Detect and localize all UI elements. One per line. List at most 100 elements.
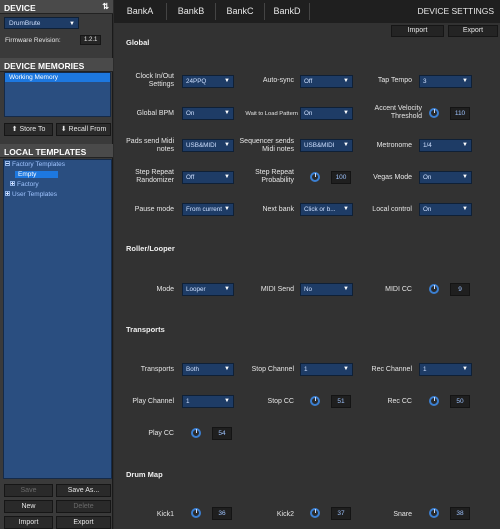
srp-value[interactable]: 100 bbox=[331, 171, 351, 184]
clock-select[interactable]: 24PPQ ▼ bbox=[182, 75, 234, 88]
device-select-value: DrumBrute bbox=[9, 20, 41, 27]
nextbank-label: Next bank bbox=[262, 206, 294, 213]
tree-item-factory-templates[interactable]: Factory Templates bbox=[4, 160, 111, 170]
midicc-knob[interactable] bbox=[429, 284, 439, 294]
settings-import-button[interactable]: Import bbox=[391, 25, 444, 37]
snare-knob[interactable] bbox=[429, 508, 439, 518]
delete-button[interactable]: Delete bbox=[56, 500, 111, 513]
chevron-down-icon: ▼ bbox=[224, 206, 230, 212]
srr-select[interactable]: Off ▼ bbox=[182, 171, 234, 184]
wait-label: Wait to Load Pattern bbox=[245, 111, 298, 117]
pause-select[interactable]: From current ▼ bbox=[182, 203, 234, 216]
sync-arrows-icon[interactable]: ⇅ bbox=[102, 2, 109, 11]
tree-item-factory[interactable]: Factory bbox=[4, 180, 111, 190]
snare-label: Snare bbox=[393, 511, 412, 518]
mode-label: Mode bbox=[156, 286, 174, 293]
snare-value[interactable]: 38 bbox=[450, 507, 470, 520]
accent-label: Accent Velocity Threshold bbox=[374, 105, 422, 120]
section-transports: Transports bbox=[126, 325, 165, 334]
stopcc-knob[interactable] bbox=[310, 396, 320, 406]
recch-select[interactable]: 1 ▼ bbox=[419, 363, 472, 376]
kick1-knob[interactable] bbox=[191, 508, 201, 518]
mode-value: Looper bbox=[186, 286, 206, 293]
mode-select[interactable]: Looper ▼ bbox=[182, 283, 234, 296]
seq-select[interactable]: USB&MIDI ▼ bbox=[300, 139, 353, 152]
tab-banka[interactable]: BankA bbox=[114, 0, 166, 23]
tab-bankb[interactable]: BankB bbox=[167, 0, 215, 23]
reccc-value[interactable]: 50 bbox=[450, 395, 470, 408]
chevron-down-icon: ▼ bbox=[462, 174, 468, 180]
store-to-button[interactable]: ⬆ Store To bbox=[4, 123, 53, 136]
save-as-button[interactable]: Save As... bbox=[56, 484, 111, 497]
store-to-label: Store To bbox=[19, 126, 46, 133]
kick2-value[interactable]: 37 bbox=[331, 507, 351, 520]
vegas-select[interactable]: On ▼ bbox=[419, 171, 472, 184]
pads-value: USB&MIDI bbox=[186, 142, 217, 149]
midisend-label: MIDI Send bbox=[260, 286, 294, 293]
clock-label: Clock In/Out Settings bbox=[135, 73, 174, 88]
import-button[interactable]: Import bbox=[4, 516, 53, 529]
device-header: DEVICE ⇅ bbox=[0, 0, 113, 14]
firmware-label: Firmware Revision: bbox=[5, 37, 61, 44]
tree-item-empty[interactable]: Empty bbox=[4, 170, 111, 180]
bpm-select[interactable]: On ▼ bbox=[182, 107, 234, 120]
templates-tree[interactable]: Factory Templates Empty Factory User Tem… bbox=[3, 159, 112, 479]
metronome-select[interactable]: 1/4 ▼ bbox=[419, 139, 472, 152]
settings-export-button[interactable]: Export bbox=[448, 25, 498, 37]
tree-label-factory-templates: Factory Templates bbox=[12, 161, 65, 168]
playch-label: Play Channel bbox=[132, 398, 174, 405]
collapse-icon[interactable] bbox=[5, 161, 10, 166]
tab-bankc[interactable]: BankC bbox=[216, 0, 264, 23]
transports-select[interactable]: Both ▼ bbox=[182, 363, 234, 376]
autosync-value: Off bbox=[304, 78, 313, 85]
playch-value: 1 bbox=[186, 398, 190, 405]
stopch-label: Stop Channel bbox=[251, 366, 294, 373]
midicc-value[interactable]: 9 bbox=[450, 283, 470, 296]
device-title: DEVICE bbox=[4, 3, 36, 13]
chevron-down-icon: ▼ bbox=[462, 206, 468, 212]
expand-icon[interactable] bbox=[10, 181, 15, 186]
stopch-select[interactable]: 1 ▼ bbox=[300, 363, 353, 376]
srp-knob[interactable] bbox=[310, 172, 320, 182]
recall-from-button[interactable]: ⬇ Recall From bbox=[56, 123, 111, 136]
kick2-knob[interactable] bbox=[310, 508, 320, 518]
chevron-down-icon: ▼ bbox=[224, 110, 230, 116]
memories-list[interactable]: Working Memory bbox=[4, 72, 111, 117]
wait-select[interactable]: On ▼ bbox=[300, 107, 353, 120]
local-value: On bbox=[423, 206, 432, 213]
save-button[interactable]: Save bbox=[4, 484, 53, 497]
local-label: Local control bbox=[372, 206, 412, 213]
tree-label-user-templates: User Templates bbox=[12, 191, 58, 198]
transports-value: Both bbox=[186, 366, 199, 373]
accent-value[interactable]: 110 bbox=[450, 107, 470, 120]
device-select[interactable]: DrumBrute ▼ bbox=[4, 17, 79, 29]
taptempo-value: 3 bbox=[423, 78, 427, 85]
stopch-value: 1 bbox=[304, 366, 308, 373]
transports-label: Transports bbox=[140, 366, 174, 373]
export-button[interactable]: Export bbox=[56, 516, 111, 529]
expand-icon[interactable] bbox=[5, 191, 10, 196]
kick2-label: Kick2 bbox=[276, 511, 294, 518]
playcc-value[interactable]: 54 bbox=[212, 427, 232, 440]
taptempo-label: Tap Tempo bbox=[377, 77, 412, 84]
accent-knob[interactable] bbox=[429, 108, 439, 118]
new-button[interactable]: New bbox=[4, 500, 53, 513]
playch-select[interactable]: 1 ▼ bbox=[182, 395, 234, 408]
tab-bankd[interactable]: BankD bbox=[265, 0, 309, 23]
nextbank-select[interactable]: Click or b... ▼ bbox=[300, 203, 353, 216]
kick1-value[interactable]: 36 bbox=[212, 507, 232, 520]
firmware-value: 1.2.1 bbox=[80, 35, 102, 45]
midisend-select[interactable]: No ▼ bbox=[300, 283, 353, 296]
reccc-knob[interactable] bbox=[429, 396, 439, 406]
taptempo-select[interactable]: 3 ▼ bbox=[419, 75, 472, 88]
local-select[interactable]: On ▼ bbox=[419, 203, 472, 216]
stopcc-value[interactable]: 51 bbox=[331, 395, 351, 408]
autosync-select[interactable]: Off ▼ bbox=[300, 75, 353, 88]
vegas-value: On bbox=[423, 174, 432, 181]
local-templates-title: LOCAL TEMPLATES bbox=[4, 147, 87, 157]
memory-item-working[interactable]: Working Memory bbox=[5, 73, 110, 82]
tree-label-empty: Empty bbox=[15, 171, 59, 178]
pads-select[interactable]: USB&MIDI ▼ bbox=[182, 139, 234, 152]
tree-item-user-templates[interactable]: User Templates bbox=[4, 190, 111, 200]
playcc-knob[interactable] bbox=[191, 428, 201, 438]
